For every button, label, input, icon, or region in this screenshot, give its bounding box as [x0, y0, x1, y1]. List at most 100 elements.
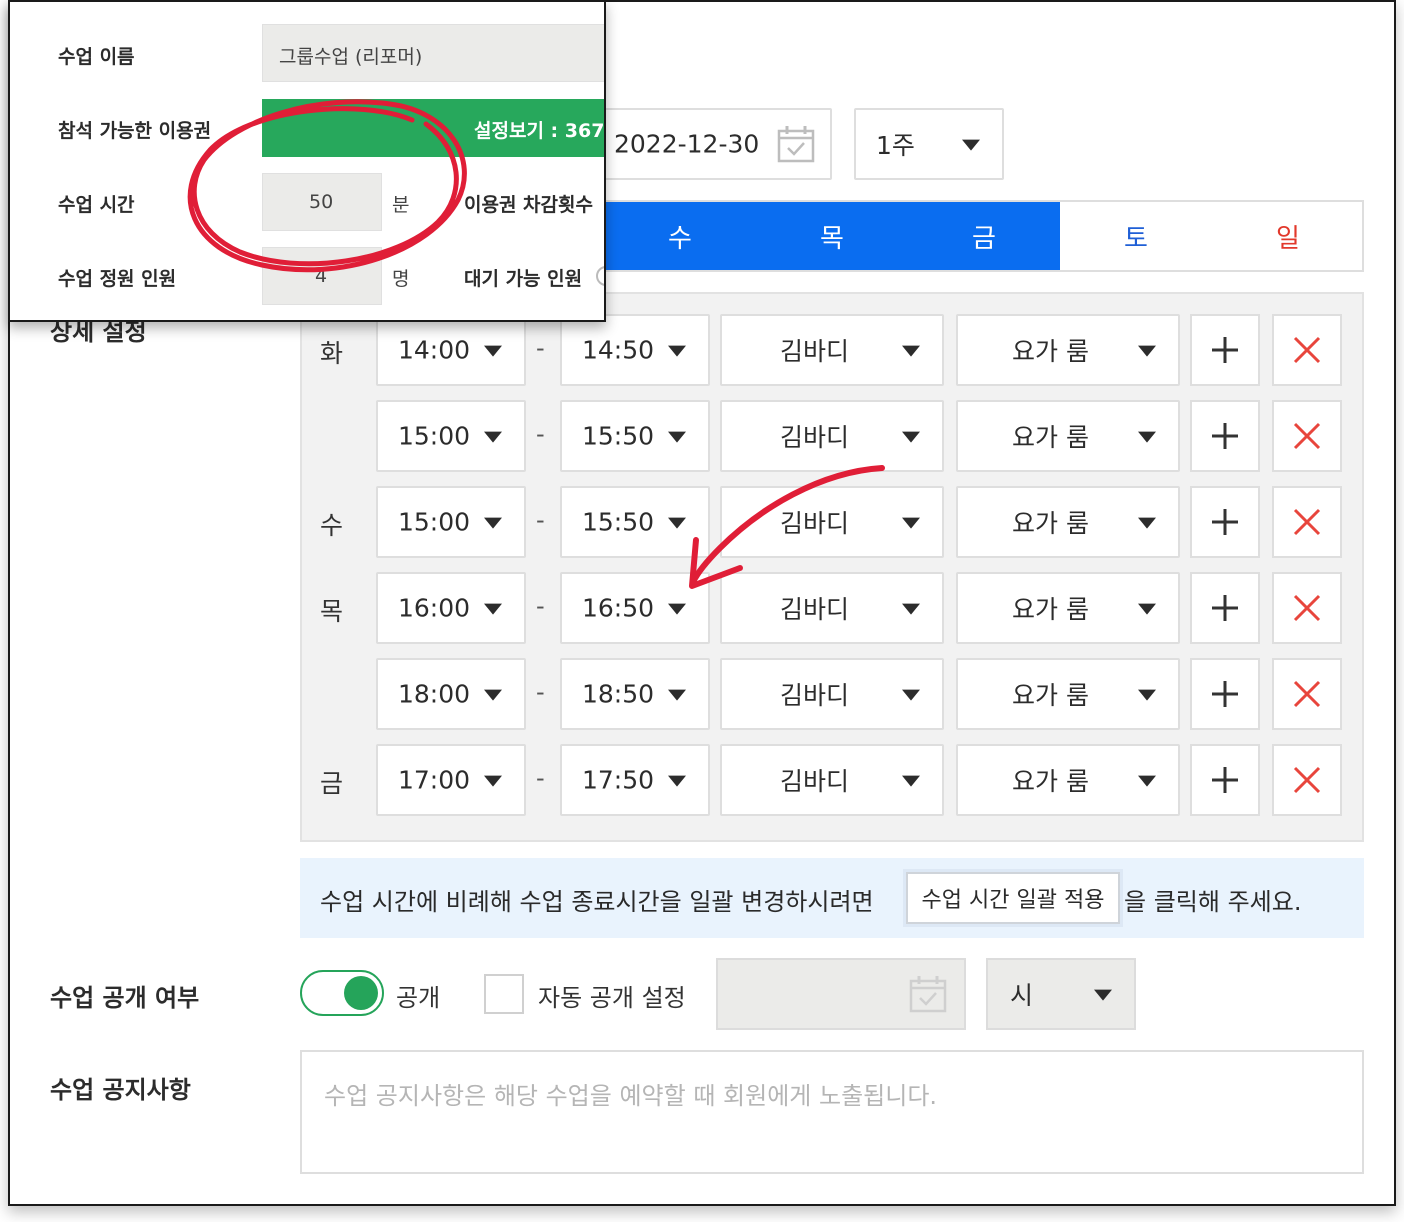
start-time-select[interactable]: 15:00: [376, 486, 526, 558]
help-icon[interactable]: [596, 266, 604, 286]
add-row-button[interactable]: [1190, 658, 1260, 730]
open-toggle-label: 공개: [396, 984, 441, 1012]
tab-wed[interactable]: 수: [604, 202, 756, 270]
capacity-label: 수업 정원 인원: [58, 268, 177, 290]
open-toggle[interactable]: [300, 970, 384, 1016]
class-name-field[interactable]: 그룹수업 (리포머): [262, 24, 604, 82]
instructor-select[interactable]: 김바디: [720, 572, 944, 644]
instructor-select[interactable]: 김바디: [720, 486, 944, 558]
add-row-button[interactable]: [1190, 314, 1260, 386]
auto-open-date-input[interactable]: [716, 958, 966, 1030]
day-tabs: 수 목 금 토 일: [602, 200, 1364, 272]
start-time-value: 16:00: [398, 593, 471, 623]
tab-sat[interactable]: 토: [1060, 202, 1212, 270]
end-time-select[interactable]: 14:50: [560, 314, 710, 386]
instructor-select[interactable]: 김바디: [720, 658, 944, 730]
hour-select[interactable]: 시: [986, 958, 1136, 1030]
row-day-label: 금: [320, 769, 344, 798]
chevron-down-icon: [1138, 603, 1156, 615]
start-time-select[interactable]: 15:00: [376, 400, 526, 472]
waitlist-label: 대기 가능 인원: [464, 268, 583, 290]
end-time-value: 14:50: [582, 335, 655, 365]
row-day-label: 목: [320, 597, 344, 626]
chevron-down-icon: [484, 689, 502, 701]
duration-field[interactable]: 50: [262, 173, 382, 231]
end-time-select[interactable]: 16:50: [560, 572, 710, 644]
add-row-button[interactable]: [1190, 400, 1260, 472]
week-select[interactable]: 1주: [854, 108, 1004, 180]
chevron-down-icon: [1138, 517, 1156, 529]
room-select[interactable]: 요가 룸: [956, 658, 1180, 730]
end-time-select[interactable]: 15:50: [560, 400, 710, 472]
end-time-select[interactable]: 18:50: [560, 658, 710, 730]
close-icon: [1293, 336, 1321, 364]
start-time-value: 15:00: [398, 421, 471, 451]
room-value: 요가 룸: [1012, 337, 1089, 366]
chevron-down-icon: [1094, 989, 1112, 1001]
start-time-select[interactable]: 16:00: [376, 572, 526, 644]
auto-open-checkbox[interactable]: [484, 974, 524, 1014]
add-row-button[interactable]: [1190, 486, 1260, 558]
room-value: 요가 룸: [1012, 681, 1089, 710]
delete-row-button[interactable]: [1272, 486, 1342, 558]
instructor-select[interactable]: 김바디: [720, 744, 944, 816]
auto-open-label: 자동 공개 설정: [538, 984, 686, 1012]
instructor-select[interactable]: 김바디: [720, 400, 944, 472]
instructor-value: 김바디: [780, 767, 850, 796]
chevron-down-icon: [484, 775, 502, 787]
instructor-select[interactable]: 김바디: [720, 314, 944, 386]
start-time-value: 15:00: [398, 507, 471, 537]
calendar-icon[interactable]: [776, 124, 816, 164]
room-select[interactable]: 요가 룸: [956, 572, 1180, 644]
end-time-value: 17:50: [582, 765, 655, 795]
chevron-down-icon: [668, 689, 686, 701]
end-date-input[interactable]: 2022-12-30: [602, 108, 832, 180]
chevron-down-icon: [902, 775, 920, 787]
tab-thu[interactable]: 목: [756, 202, 908, 270]
delete-row-button[interactable]: [1272, 572, 1342, 644]
tab-sun[interactable]: 일: [1212, 202, 1364, 270]
instructor-value: 김바디: [780, 509, 850, 538]
end-time-value: 15:50: [582, 507, 655, 537]
end-time-select[interactable]: 15:50: [560, 486, 710, 558]
room-select[interactable]: 요가 룸: [956, 400, 1180, 472]
end-time-value: 15:50: [582, 421, 655, 451]
chevron-down-icon: [484, 517, 502, 529]
toggle-knob: [344, 976, 378, 1010]
time-dash: -: [536, 334, 545, 362]
ticket-settings-button[interactable]: 설정보기 : 367: [262, 99, 605, 157]
notice-label: 수업 공지사항: [50, 1076, 191, 1104]
add-row-button[interactable]: [1190, 744, 1260, 816]
close-icon: [1293, 680, 1321, 708]
bulk-apply-button[interactable]: 수업 시간 일괄 적용: [906, 872, 1120, 924]
ticket-settings-label: 설정보기 : 367: [474, 120, 605, 142]
tab-fri[interactable]: 금: [908, 202, 1060, 270]
time-dash: -: [536, 592, 545, 620]
end-date-value: 2022-12-30: [614, 129, 760, 159]
duration-label: 수업 시간: [58, 194, 135, 216]
capacity-field[interactable]: 4: [262, 247, 382, 305]
notice-textarea[interactable]: 수업 공지사항은 해당 수업을 예약할 때 회원에게 노출됩니다.: [300, 1050, 1364, 1174]
start-time-select[interactable]: 14:00: [376, 314, 526, 386]
room-value: 요가 룸: [1012, 595, 1089, 624]
room-select[interactable]: 요가 룸: [956, 314, 1180, 386]
time-dash: -: [536, 420, 545, 448]
start-time-select[interactable]: 17:00: [376, 744, 526, 816]
time-dash: -: [536, 764, 545, 792]
room-select[interactable]: 요가 룸: [956, 486, 1180, 558]
room-select[interactable]: 요가 룸: [956, 744, 1180, 816]
delete-row-button[interactable]: [1272, 744, 1342, 816]
chevron-down-icon: [902, 345, 920, 357]
duration-value: 50: [309, 191, 334, 213]
delete-row-button[interactable]: [1272, 658, 1342, 730]
plus-icon: [1212, 595, 1238, 621]
delete-row-button[interactable]: [1272, 314, 1342, 386]
start-time-select[interactable]: 18:00: [376, 658, 526, 730]
room-value: 요가 룸: [1012, 509, 1089, 538]
add-row-button[interactable]: [1190, 572, 1260, 644]
delete-row-button[interactable]: [1272, 400, 1342, 472]
end-time-value: 16:50: [582, 593, 655, 623]
capacity-unit: 명: [392, 268, 410, 290]
close-icon: [1293, 508, 1321, 536]
end-time-select[interactable]: 17:50: [560, 744, 710, 816]
